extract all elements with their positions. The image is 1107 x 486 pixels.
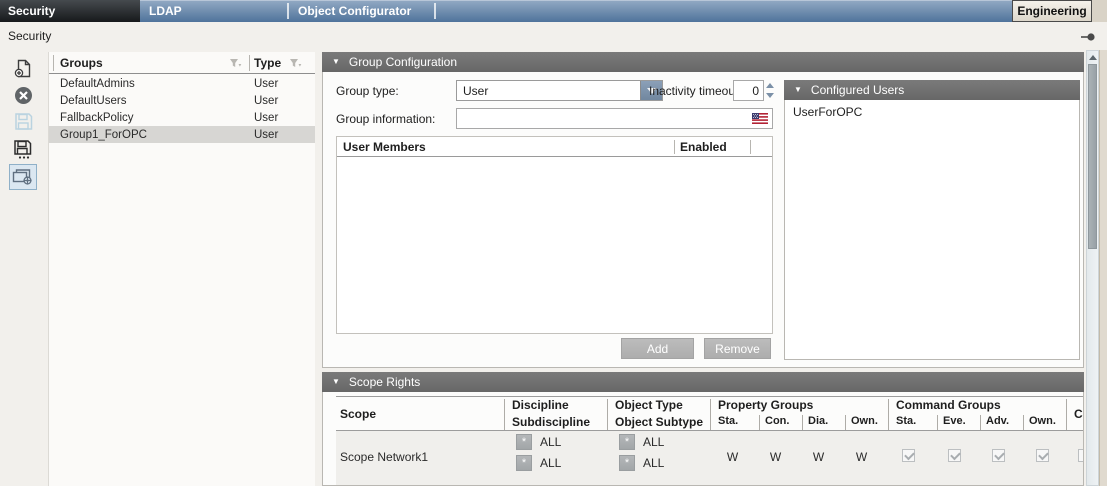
group-information-label: Group information: (336, 112, 435, 126)
new-document-icon (14, 59, 33, 79)
scope-rights-table: Scope Discipline Subdiscipline Object Ty… (336, 396, 1084, 486)
delete-icon (14, 86, 33, 105)
panel-title: Scope Rights (349, 375, 420, 389)
panel-title: Configured Users (811, 83, 904, 97)
discipline-selector[interactable]: * ALL (516, 434, 561, 450)
subdiscipline-selector[interactable]: * ALL (516, 455, 561, 471)
vertical-scrollbar[interactable] (1086, 50, 1099, 486)
configured-users-list: UserForOPC (784, 100, 1080, 360)
new-document-button[interactable] (9, 56, 37, 82)
save-as-button[interactable] (9, 136, 37, 162)
spin-down-icon[interactable] (766, 93, 774, 98)
toolbar-rail (0, 50, 46, 486)
spin-up-icon[interactable] (766, 83, 774, 88)
groups-column-header[interactable]: Groups (60, 56, 103, 70)
breadcrumb-row: Security (0, 22, 1107, 50)
wildcard-button[interactable]: * (619, 455, 635, 471)
group-row[interactable]: DefaultAdmins User (49, 75, 315, 92)
enabled-column-header: Enabled (680, 140, 727, 154)
command-group-checkbox[interactable] (948, 449, 961, 462)
configured-user-item[interactable]: UserForOPC (785, 100, 1079, 119)
group-row[interactable]: FallbackPolicy User (49, 109, 315, 126)
tab-object-configurator[interactable]: Object Configurator (289, 0, 434, 22)
tab-security[interactable]: Security (0, 0, 140, 22)
delete-button[interactable] (9, 82, 37, 108)
security-app-window: Security LDAP Object Configurator Engine… (0, 0, 1107, 486)
scope-rights-row[interactable]: Scope Network1 * ALL * ALL * ALL (336, 431, 1084, 486)
groups-header: Groups Type (49, 52, 315, 74)
collapse-icon[interactable]: ▼ (332, 58, 340, 66)
wildcard-button[interactable]: * (619, 434, 635, 450)
object-type-selector[interactable]: * ALL (619, 434, 664, 450)
panel-title: Group Configuration (349, 55, 457, 69)
scope-rights-body: Scope Discipline Subdiscipline Object Ty… (322, 392, 1084, 486)
command-group-checkbox[interactable] (902, 449, 915, 462)
remove-button[interactable]: Remove (704, 338, 771, 359)
wildcard-button[interactable]: * (516, 455, 532, 471)
property-group-value: W (754, 450, 797, 464)
configured-users-header[interactable]: ▼ Configured Users (784, 80, 1080, 100)
filter-icon[interactable] (289, 58, 302, 69)
save-as-icon (13, 139, 33, 160)
group-row[interactable]: DefaultUsers User (49, 92, 315, 109)
pin-icon[interactable] (1081, 33, 1095, 41)
scope-name: Scope Network1 (340, 450, 428, 464)
object-subtype-selector[interactable]: * ALL (619, 455, 664, 471)
spinner-arrows[interactable] (766, 80, 775, 101)
group-configuration-panel: ▼ Group Configuration Group type: User I… (322, 52, 1084, 368)
group-row-selected[interactable]: Group1_ForOPC User (49, 126, 315, 143)
group-configuration-header[interactable]: ▼ Group Configuration (322, 52, 1084, 72)
group-type-value: User (457, 81, 640, 100)
group-type-dropdown[interactable]: User (456, 80, 663, 101)
transfer-settings-button[interactable] (9, 164, 37, 190)
inactivity-timeout-label: Inactivity timeout (649, 84, 738, 98)
breadcrumb: Security (8, 29, 51, 43)
inactivity-timeout-input[interactable]: 0 (733, 80, 764, 101)
save-icon (14, 112, 33, 131)
property-group-value: W (840, 450, 883, 464)
collapse-icon[interactable]: ▼ (332, 378, 340, 386)
scope-rights-panel: ▼ Scope Rights Scope Discipline Subdisci… (322, 372, 1084, 486)
groups-panel: Groups Type DefaultAdmins User D (48, 52, 315, 486)
user-members-table: User Members Enabled (336, 136, 773, 334)
members-column-header: User Members (343, 140, 426, 154)
collapse-icon[interactable]: ▼ (794, 86, 802, 94)
configured-users-panel: ▼ Configured Users UserForOPC (784, 80, 1080, 360)
type-column-header[interactable]: Type (254, 56, 281, 70)
tab-ldap[interactable]: LDAP (140, 0, 287, 22)
content-area: Groups Type DefaultAdmins User D (0, 50, 1107, 486)
add-button[interactable]: Add (621, 338, 694, 359)
tab-strip: LDAP Object Configurator (140, 0, 1012, 22)
scope-table-header: Scope Discipline Subdiscipline Object Ty… (336, 396, 1084, 431)
property-group-value: W (711, 450, 754, 464)
scrollbar-thumb[interactable] (1088, 64, 1097, 249)
command-group-checkbox[interactable] (992, 449, 1005, 462)
group-information-input[interactable] (456, 108, 773, 129)
wildcard-button[interactable]: * (516, 434, 532, 450)
transfer-settings-icon (12, 168, 34, 186)
create-checkbox[interactable] (1078, 449, 1084, 462)
user-members-header: User Members Enabled (337, 137, 772, 157)
top-tab-bar: Security LDAP Object Configurator Engine… (0, 0, 1107, 22)
tab-engineering[interactable]: Engineering (1012, 0, 1092, 22)
property-group-value: W (797, 450, 840, 464)
scroll-up-icon[interactable] (1087, 51, 1098, 63)
window-corner (1092, 0, 1107, 22)
groups-list: DefaultAdmins User DefaultUsers User Fal… (49, 75, 315, 486)
filter-icon[interactable] (229, 58, 242, 69)
save-button-disabled[interactable] (9, 108, 37, 134)
window-frame (1099, 50, 1107, 486)
command-group-checkbox[interactable] (1036, 449, 1049, 462)
scope-rights-header[interactable]: ▼ Scope Rights (322, 372, 1084, 392)
us-flag-icon[interactable] (752, 113, 768, 124)
scope-column-header: Scope (340, 407, 376, 421)
group-configuration-body: Group type: User Inactivity timeout 0 Gr… (322, 72, 1084, 368)
group-type-label: Group type: (336, 84, 399, 98)
